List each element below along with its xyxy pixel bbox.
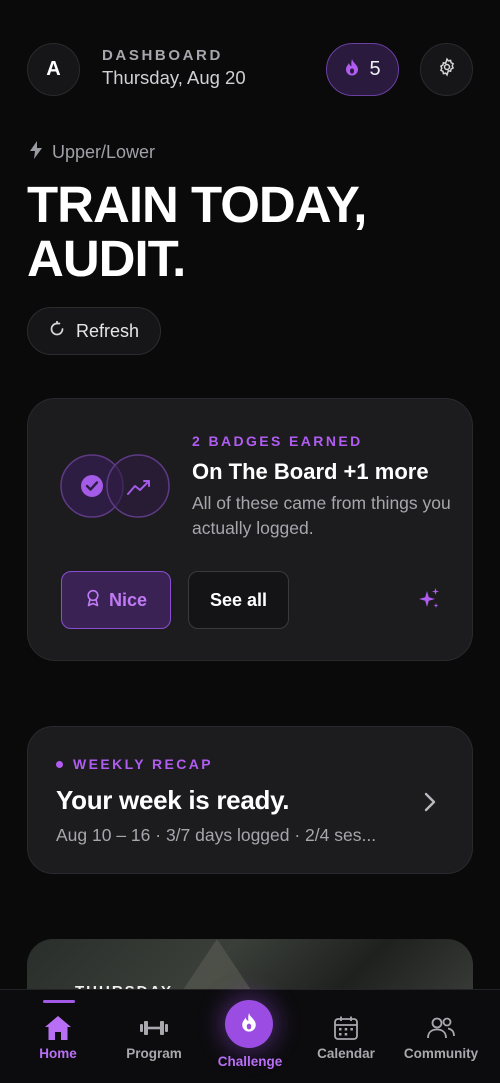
nice-button[interactable]: Nice xyxy=(61,571,171,629)
refresh-button[interactable]: Refresh xyxy=(27,307,161,355)
page-title: TRAIN TODAY, AUDIT. xyxy=(27,176,367,287)
streak-count: 5 xyxy=(369,58,381,80)
avatar[interactable]: A xyxy=(27,43,80,96)
recap-summary: Aug 10 – 16 · 3/7 days logged · 2/4 ses.… xyxy=(56,825,377,845)
header-text: DASHBOARD Thursday, Aug 20 xyxy=(102,47,246,89)
refresh-icon xyxy=(49,320,65,342)
gear-icon xyxy=(437,57,457,82)
settings-button[interactable] xyxy=(420,43,473,96)
weekly-recap-card[interactable]: WEEKLY RECAP Your week is ready. Aug 10 … xyxy=(27,726,473,874)
refresh-label: Refresh xyxy=(75,320,140,341)
bolt-icon xyxy=(28,140,44,165)
recap-dot-icon xyxy=(56,760,63,768)
title-line-1: TRAIN TODAY, xyxy=(27,176,367,233)
title-line-2: AUDIT. xyxy=(27,230,186,287)
badges-kicker: 2 BADGES EARNED xyxy=(192,433,363,449)
tab-calendar-label: Calendar xyxy=(317,1046,375,1061)
program-split: Upper/Lower xyxy=(28,140,155,165)
recap-kicker-label: WEEKLY RECAP xyxy=(73,756,214,772)
tab-program-label: Program xyxy=(126,1046,182,1061)
see-all-button[interactable]: See all xyxy=(188,571,289,629)
calendar-icon xyxy=(333,1014,359,1042)
tab-program[interactable]: Program xyxy=(104,990,204,1083)
badge-rings xyxy=(60,453,172,519)
tab-community[interactable]: Community xyxy=(391,990,491,1083)
tab-challenge[interactable] xyxy=(225,1000,273,1048)
flame-icon xyxy=(240,1011,258,1038)
split-label: Upper/Lower xyxy=(52,142,156,162)
badges-card: 2 BADGES EARNED On The Board +1 more All… xyxy=(27,398,473,661)
sparkles-icon xyxy=(417,587,441,616)
badges-subtitle: All of these came from things you actual… xyxy=(192,493,451,538)
see-all-label: See all xyxy=(209,589,268,610)
home-icon xyxy=(44,1014,72,1042)
dumbbell-icon xyxy=(139,1014,169,1042)
award-icon xyxy=(85,589,101,612)
tab-community-label: Community xyxy=(403,1046,479,1061)
date-label: Thursday, Aug 20 xyxy=(102,67,246,88)
header: A DASHBOARD Thursday, Aug 20 5 xyxy=(27,43,473,97)
flame-icon xyxy=(344,58,360,81)
nice-label: Nice xyxy=(108,589,148,610)
tab-home[interactable]: Home xyxy=(8,990,108,1083)
tab-calendar[interactable]: Calendar xyxy=(296,990,396,1083)
chevron-right-icon xyxy=(423,791,437,818)
active-tab-indicator xyxy=(43,1000,75,1003)
section-label: DASHBOARD xyxy=(102,47,223,64)
streak-button[interactable]: 5 xyxy=(326,43,399,96)
tab-home-label: Home xyxy=(39,1046,77,1061)
recap-kicker: WEEKLY RECAP xyxy=(56,756,213,772)
badges-title: On The Board +1 more xyxy=(192,459,429,484)
recap-title: Your week is ready. xyxy=(56,785,290,815)
check-badge-icon xyxy=(81,475,103,497)
tab-challenge-label: Challenge xyxy=(217,1054,283,1069)
people-icon xyxy=(426,1014,456,1042)
